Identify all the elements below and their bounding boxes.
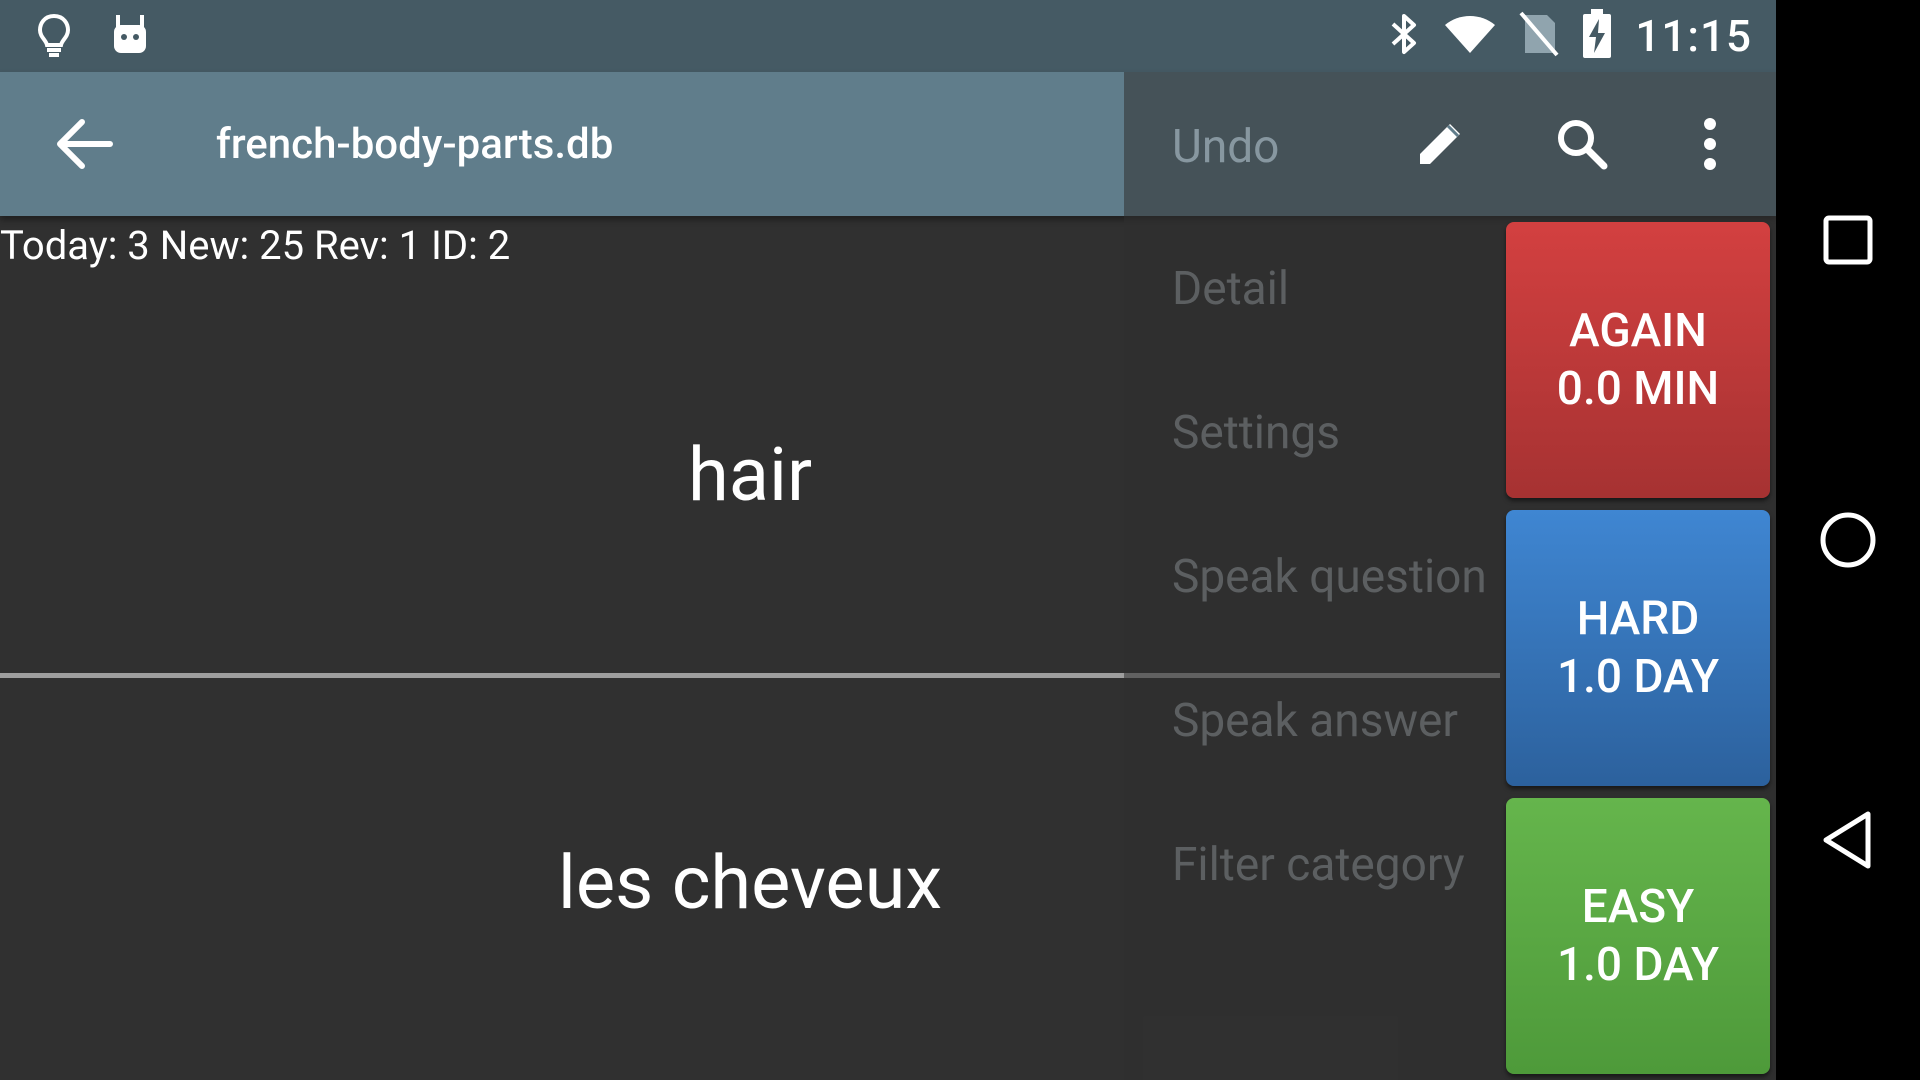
edit-button[interactable] (1408, 112, 1472, 176)
undo-button[interactable]: Undo (1172, 120, 1279, 174)
overflow-menu-button[interactable] (1678, 112, 1742, 176)
recents-button[interactable] (1776, 200, 1920, 280)
search-icon (1558, 120, 1608, 170)
menu-item-settings[interactable]: Settings (1172, 406, 1340, 460)
android-debug-icon (108, 13, 152, 61)
back-nav-button[interactable] (1776, 800, 1920, 880)
battery-charging-icon (1581, 9, 1613, 63)
status-time: 11:15 (1635, 10, 1752, 62)
hard-interval: 1.0 DAY (1556, 650, 1720, 704)
app-screen: 11:15 french-body-parts.db Today: 3 New:… (0, 0, 1776, 1080)
status-bar: 11:15 (0, 0, 1776, 72)
hard-button[interactable]: HARD 1.0 DAY (1506, 510, 1770, 786)
home-button[interactable] (1776, 500, 1920, 580)
navigation-bar (1776, 0, 1920, 1080)
back-triangle-icon (1823, 811, 1871, 869)
search-button[interactable] (1550, 112, 1614, 176)
deck-counts: Today: 3 New: 25 Rev: 1 ID: 2 (0, 222, 511, 269)
recents-icon (1823, 215, 1873, 265)
menu-item-detail[interactable]: Detail (1172, 262, 1289, 316)
home-icon (1820, 512, 1876, 568)
again-label: AGAIN (1569, 304, 1707, 358)
bluetooth-icon (1387, 11, 1421, 61)
back-button[interactable] (52, 116, 116, 172)
menu-item-speak-question[interactable]: Speak question (1172, 550, 1487, 604)
again-interval: 0.0 MIN (1556, 362, 1720, 416)
menu-item-speak-answer[interactable]: Speak answer (1172, 694, 1458, 748)
more-vert-icon (1704, 118, 1716, 170)
easy-label: EASY (1581, 880, 1695, 934)
again-button[interactable]: AGAIN 0.0 MIN (1506, 222, 1770, 498)
menu-item-filter-category[interactable]: Filter category (1172, 838, 1465, 892)
easy-interval: 1.0 DAY (1556, 938, 1720, 992)
easy-button[interactable]: EASY 1.0 DAY (1506, 798, 1770, 1074)
lightbulb-icon (36, 12, 72, 62)
pencil-icon (1420, 124, 1460, 164)
page-title: french-body-parts.db (216, 120, 614, 169)
back-arrow-icon (57, 119, 113, 169)
no-sim-icon (1519, 11, 1559, 61)
hard-label: HARD (1576, 592, 1700, 646)
wifi-icon (1443, 13, 1497, 59)
